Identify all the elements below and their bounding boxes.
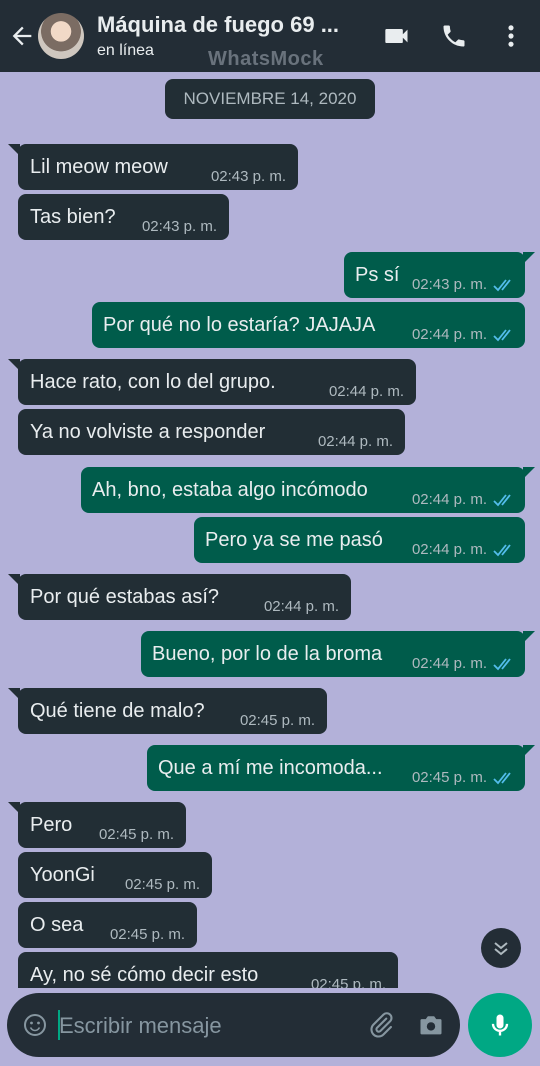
more-vert-icon[interactable] <box>497 22 525 50</box>
message-incoming[interactable]: Hace rato, con lo del grupo. 02:44 p. m. <box>8 359 416 405</box>
message-outgoing[interactable]: Ps sí 02:43 p. m. <box>344 252 535 298</box>
message-outgoing[interactable]: Pero ya se me pasó 02:44 p. m. <box>194 517 525 563</box>
message-incoming[interactable]: Tas bien? 02:43 p. m. <box>18 194 229 240</box>
message-text: Ps sí <box>355 264 400 286</box>
message-time: 02:45 p. m. <box>98 826 174 843</box>
text-cursor <box>58 1010 60 1040</box>
emoji-icon[interactable] <box>23 1013 47 1037</box>
date-divider: NOVIEMBRE 14, 2020 <box>165 79 375 119</box>
message-time: 02:44 p. m. <box>317 433 393 450</box>
message-incoming[interactable]: YoonGi 02:45 p. m. <box>18 852 212 898</box>
mic-icon <box>491 1014 509 1036</box>
message-time: 02:44 p. m. <box>328 383 404 400</box>
scroll-to-bottom-button[interactable] <box>481 928 521 968</box>
message-text: Tas bien? <box>30 206 116 228</box>
contact-status: en línea <box>97 42 154 59</box>
back-arrow-icon[interactable] <box>8 22 36 50</box>
message-text: Por qué estabas así? <box>30 586 220 608</box>
message-time: 02:45 p. m. <box>124 876 200 893</box>
message-list[interactable]: Lil meow meow 02:43 p. m. Tas bien? 02:4… <box>0 130 540 988</box>
message-time: 02:45 p. m. <box>109 926 185 943</box>
message-text: Pero <box>30 814 73 836</box>
message-text: Por qué no lo estaría? JAJAJA <box>103 314 376 336</box>
contact-name[interactable]: Máquina de fuego 69 ... <box>97 12 357 38</box>
message-text: Ay, no sé cómo decir esto <box>30 964 259 986</box>
message-time: 02:45 p. m. <box>239 712 315 729</box>
message-text: Ah, bno, estaba algo incómodo <box>92 479 368 501</box>
message-time: 02:44 p. m. <box>411 491 487 508</box>
message-text: Bueno, por lo de la broma <box>152 643 383 665</box>
message-incoming[interactable]: O sea 02:45 p. m. <box>18 902 197 948</box>
read-ticks-icon <box>493 772 511 785</box>
message-incoming[interactable]: Por qué estabas así? 02:44 p. m. <box>8 574 351 620</box>
message-incoming[interactable]: Lil meow meow 02:43 p. m. <box>8 144 298 190</box>
app-watermark: WhatsMock <box>208 48 324 70</box>
message-time: 02:45 p. m. <box>411 769 487 786</box>
message-outgoing[interactable]: Ah, bno, estaba algo incómodo 02:44 p. m… <box>81 467 535 513</box>
message-text: Qué tiene de malo? <box>30 700 205 722</box>
message-incoming[interactable]: Pero 02:45 p. m. <box>8 802 186 848</box>
message-text: Que a mí me incomoda... <box>158 757 383 779</box>
message-text: Ya no volviste a responder <box>30 421 266 443</box>
attach-icon[interactable] <box>367 1011 395 1039</box>
message-time: 02:43 p. m. <box>210 168 286 185</box>
message-text: YoonGi <box>30 864 95 886</box>
camera-icon[interactable] <box>417 1011 445 1039</box>
message-text: Pero ya se me pasó <box>205 529 383 551</box>
message-time: 02:43 p. m. <box>141 218 217 235</box>
scroll-down-icon <box>494 942 508 956</box>
message-text: O sea <box>30 914 84 936</box>
message-outgoing[interactable]: Bueno, por lo de la broma 02:44 p. m. <box>141 631 535 677</box>
message-incoming[interactable]: Ay, no sé cómo decir esto 02:45 p. m. <box>18 952 398 988</box>
message-outgoing[interactable]: Que a mí me incomoda... 02:45 p. m. <box>147 745 535 791</box>
phone-icon[interactable] <box>440 22 468 50</box>
read-ticks-icon <box>493 279 511 292</box>
chat-header: Máquina de fuego 69 ... en línea WhatsMo… <box>0 0 540 72</box>
message-incoming[interactable]: Qué tiene de malo? 02:45 p. m. <box>8 688 327 734</box>
video-call-icon[interactable] <box>383 22 411 50</box>
message-time: 02:45 p. m. <box>310 976 386 988</box>
message-text: Lil meow meow <box>30 156 168 178</box>
message-time: 02:44 p. m. <box>411 541 487 558</box>
message-time: 02:44 p. m. <box>411 326 487 343</box>
message-incoming[interactable]: Ya no volviste a responder 02:44 p. m. <box>18 409 405 455</box>
message-composer <box>7 993 460 1057</box>
voice-message-button[interactable] <box>468 993 532 1057</box>
message-text: Hace rato, con lo del grupo. <box>30 371 276 393</box>
read-ticks-icon <box>493 329 511 342</box>
message-time: 02:44 p. m. <box>411 655 487 672</box>
message-time: 02:44 p. m. <box>263 598 339 615</box>
message-outgoing[interactable]: Por qué no lo estaría? JAJAJA 02:44 p. m… <box>92 302 525 348</box>
message-time: 02:43 p. m. <box>411 276 487 293</box>
read-ticks-icon <box>493 544 511 557</box>
read-ticks-icon <box>493 658 511 671</box>
read-ticks-icon <box>493 494 511 507</box>
contact-avatar[interactable] <box>38 13 84 59</box>
message-input[interactable] <box>57 1005 341 1047</box>
